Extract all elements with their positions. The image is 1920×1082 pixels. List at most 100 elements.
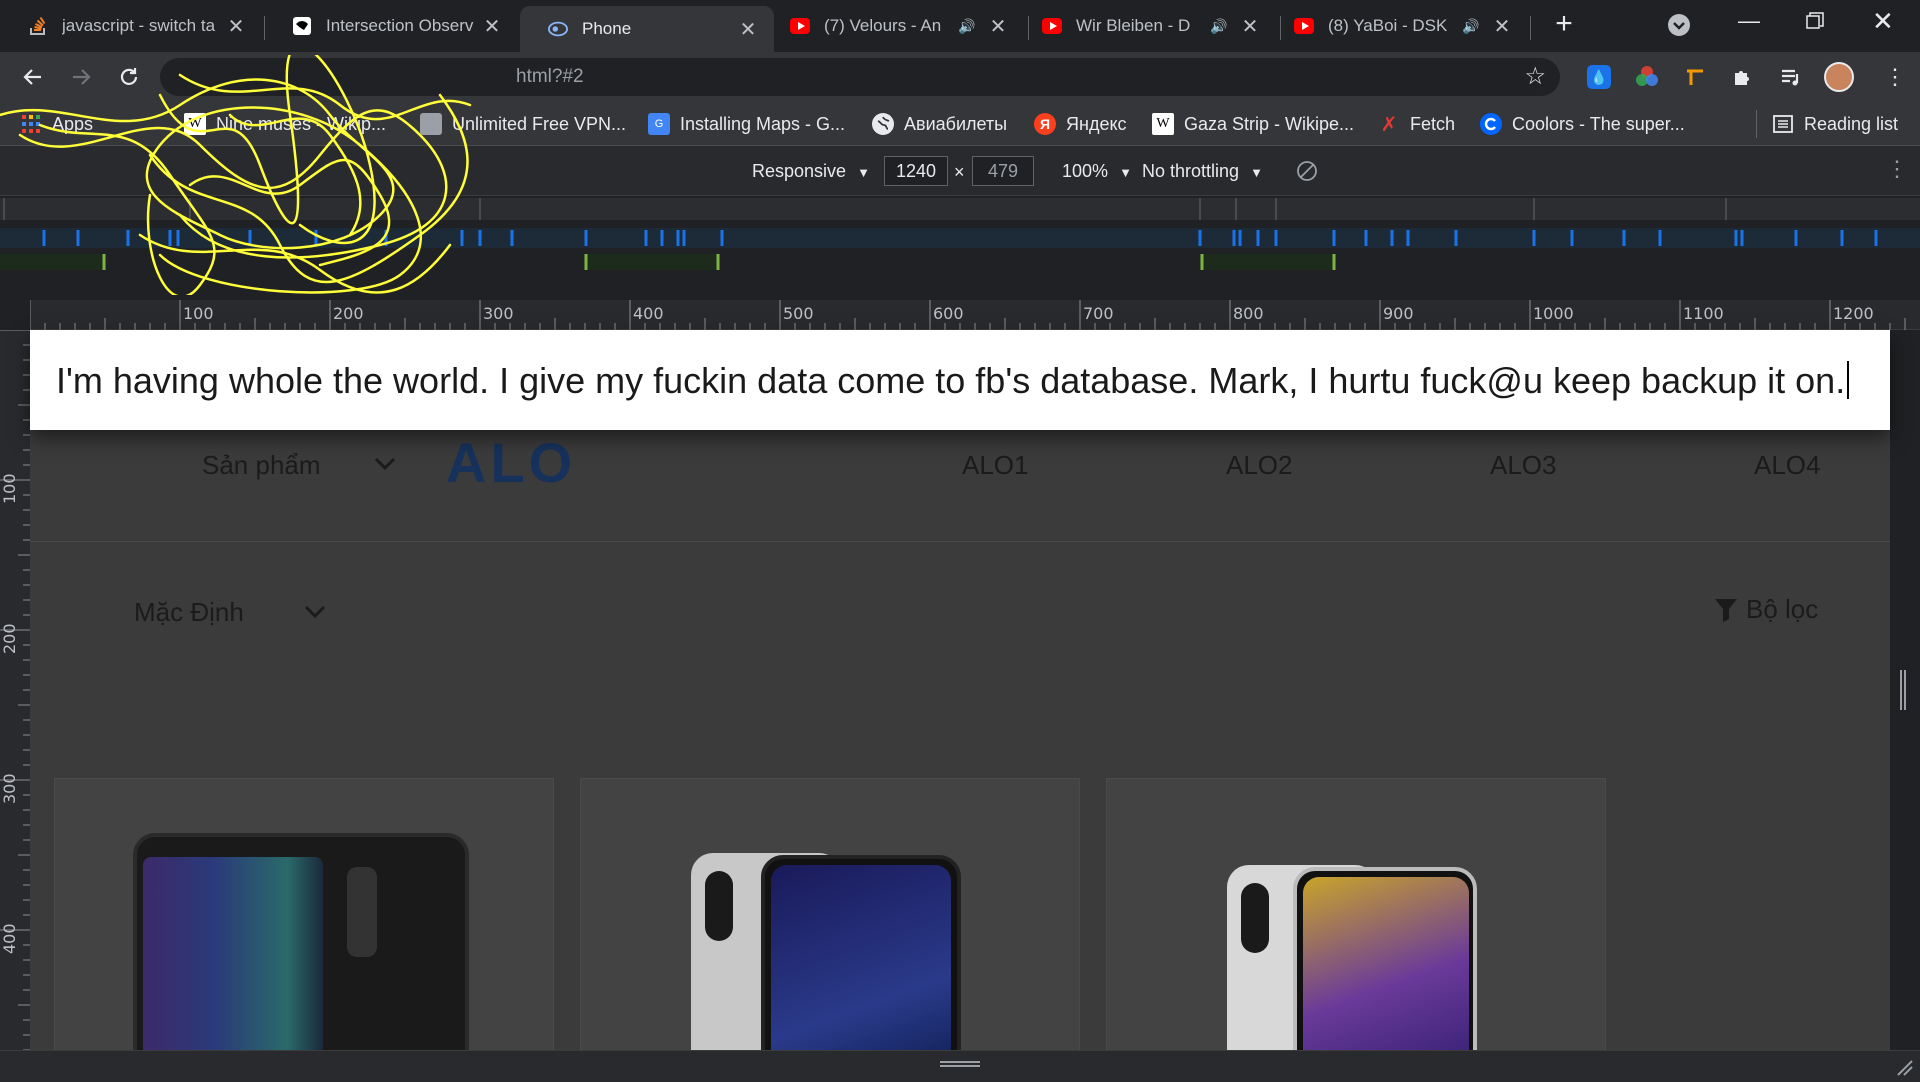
stackoverflow-icon <box>28 16 48 36</box>
nav-link-alo3[interactable]: ALO3 <box>1490 450 1557 481</box>
tab-velours[interactable]: (7) Velours - An 🔊 ✕ <box>776 6 1024 46</box>
site-logo[interactable]: ALO <box>446 430 576 495</box>
tab-title: Phone <box>582 19 632 38</box>
close-window-button[interactable]: ✕ <box>1872 6 1900 37</box>
nav-link-alo2[interactable]: ALO2 <box>1226 450 1293 481</box>
category-select[interactable]: Sản phẩm <box>202 450 321 481</box>
bookmark-apps[interactable]: Apps <box>20 112 93 136</box>
media-query-bars <box>0 196 1920 300</box>
bookmark-gaza-strip[interactable]: W Gaza Strip - Wikipe... <box>1152 112 1354 136</box>
sort-select[interactable]: Mặc Định <box>134 597 244 628</box>
minimize-button[interactable]: — <box>1738 8 1762 34</box>
vpn-icon <box>420 113 442 135</box>
product-image <box>761 855 961 1050</box>
youtube-icon <box>790 16 810 36</box>
speaker-icon[interactable]: 🔊 <box>958 18 980 35</box>
tab-search-button[interactable] <box>1668 14 1690 36</box>
bookmark-fetch[interactable]: ✗ Fetch <box>1378 112 1455 136</box>
bookmark-label: Nine muses - Wikip... <box>216 113 387 134</box>
rotate-button[interactable] <box>1296 160 1318 182</box>
dimension-times: × <box>954 162 965 182</box>
restore-button[interactable] <box>1806 12 1824 30</box>
tab-close-icon[interactable]: ✕ <box>224 14 248 39</box>
bookmark-aviabilety[interactable]: Авиабилеты <box>872 112 1007 136</box>
chevron-down-icon <box>1673 22 1685 30</box>
tab-close-icon[interactable]: ✕ <box>1238 14 1262 39</box>
speaker-icon[interactable]: 🔊 <box>1462 18 1484 35</box>
bookmark-label: Gaza Strip - Wikipe... <box>1184 113 1355 134</box>
extension-measure-button[interactable] <box>1680 62 1710 92</box>
bookmark-vpn[interactable]: Unlimited Free VPN... <box>420 112 626 136</box>
new-tab-button[interactable]: + <box>1548 8 1580 40</box>
media-control-button[interactable] <box>1776 62 1806 92</box>
emulated-viewport: Sản phẩm ALO ALO1 ALO2 ALO3 ALO4 Mặc Địn… <box>30 330 1890 1050</box>
viewport-width-input[interactable]: 1240 <box>884 156 948 186</box>
bookmark-star-icon[interactable]: ☆ <box>1524 58 1546 96</box>
tab-title: Intersection Observ <box>326 16 474 35</box>
wikipedia-icon: W <box>1152 113 1174 135</box>
viewport-resize-handle-right[interactable] <box>1900 670 1906 710</box>
tab-intersection-observer[interactable]: Intersection Observ ✕ <box>264 6 518 46</box>
bookmark-label: Unlimited Free VPN... <box>452 113 627 134</box>
extensions-button[interactable] <box>1728 62 1758 92</box>
resize-corner-icon[interactable] <box>1894 1057 1914 1077</box>
product-card[interactable] <box>54 778 554 1050</box>
tab-close-icon[interactable]: ✕ <box>736 17 760 42</box>
fetch-icon: ✗ <box>1380 113 1398 136</box>
ruler-label: 400 <box>633 304 664 323</box>
throttling-select[interactable]: No throttling ▼ <box>1142 158 1263 184</box>
bookmark-label: Coolors - The super... <box>1512 113 1685 134</box>
bookmark-yandex[interactable]: Я Яндекс <box>1034 112 1127 136</box>
tab-close-icon[interactable]: ✕ <box>986 14 1010 39</box>
tab-wir-bleiben[interactable]: Wir Bleiben - D 🔊 ✕ <box>1028 6 1276 46</box>
nav-link-alo1[interactable]: ALO1 <box>962 450 1029 481</box>
profile-button[interactable] <box>1824 62 1854 92</box>
reading-list-button[interactable]: Reading list <box>1772 112 1898 136</box>
product-card[interactable] <box>580 778 1080 1050</box>
chevron-down-icon[interactable] <box>372 454 398 474</box>
ruler-label: 100 <box>183 304 214 323</box>
sort-select-label: Mặc Định <box>134 597 244 627</box>
back-button[interactable] <box>18 62 48 92</box>
apps-grid-icon <box>20 113 42 135</box>
bookmark-label: Installing Maps - G... <box>680 113 846 134</box>
zoom-select[interactable]: 100% ▼ <box>1062 158 1132 184</box>
viewport-resize-handle-bottom[interactable] <box>940 1061 980 1067</box>
bookmark-installing-maps[interactable]: G Installing Maps - G... <box>648 112 845 136</box>
filter-label: Bộ lọc <box>1746 594 1819 624</box>
google-maps-icon: G <box>648 113 670 135</box>
tab-close-icon[interactable]: ✕ <box>1490 14 1514 39</box>
device-toolbar-bottom <box>0 1050 1920 1082</box>
nav-link-alo4[interactable]: ALO4 <box>1754 450 1821 481</box>
ruler-label: 900 <box>1383 304 1414 323</box>
url-text: html?#2 <box>516 66 584 87</box>
extension-color-button[interactable] <box>1632 62 1662 92</box>
speaker-icon[interactable]: 🔊 <box>1210 18 1232 35</box>
reload-button[interactable] <box>114 62 144 92</box>
globe-icon <box>548 19 568 39</box>
more-options-icon[interactable]: ⋮ <box>1886 156 1908 182</box>
viewport-height-input[interactable]: 479 <box>972 156 1034 186</box>
bookmark-nine-muses[interactable]: W Nine muses - Wikip... <box>184 112 386 136</box>
tab-javascript-switch[interactable]: javascript - switch ta ✕ <box>0 6 262 46</box>
kebab-menu-icon: ⋮ <box>1884 64 1906 89</box>
playlist-icon <box>1782 69 1799 86</box>
site-header: Sản phẩm ALO ALO1 ALO2 ALO3 ALO4 <box>30 430 1890 542</box>
menu-button[interactable]: ⋮ <box>1880 62 1910 92</box>
tab-title: javascript - switch ta <box>62 16 216 35</box>
address-bar[interactable]: html?#2 ☆ <box>160 58 1560 96</box>
tab-phone[interactable]: Phone ✕ <box>520 6 774 52</box>
forward-button[interactable] <box>66 62 96 92</box>
product-card[interactable] <box>1106 778 1606 1050</box>
ruler-label: 1100 <box>1683 304 1724 323</box>
youtube-icon <box>1294 16 1314 36</box>
filter-button[interactable]: Bộ lọc <box>1714 594 1818 625</box>
bookmark-coolors[interactable]: Coolors - The super... <box>1480 112 1685 136</box>
device-mode-select[interactable]: Responsive ▼ <box>752 158 870 184</box>
browser-toolbar: html?#2 ☆ 💧 ⋮ <box>0 52 1920 102</box>
extension-drop-button[interactable]: 💧 <box>1584 62 1614 92</box>
chevron-down-icon[interactable] <box>302 602 328 622</box>
tab-close-icon[interactable]: ✕ <box>480 14 504 39</box>
reload-icon <box>120 68 138 85</box>
tab-yaboi[interactable]: (8) YaBoi - DSK 🔊 ✕ <box>1280 6 1528 46</box>
